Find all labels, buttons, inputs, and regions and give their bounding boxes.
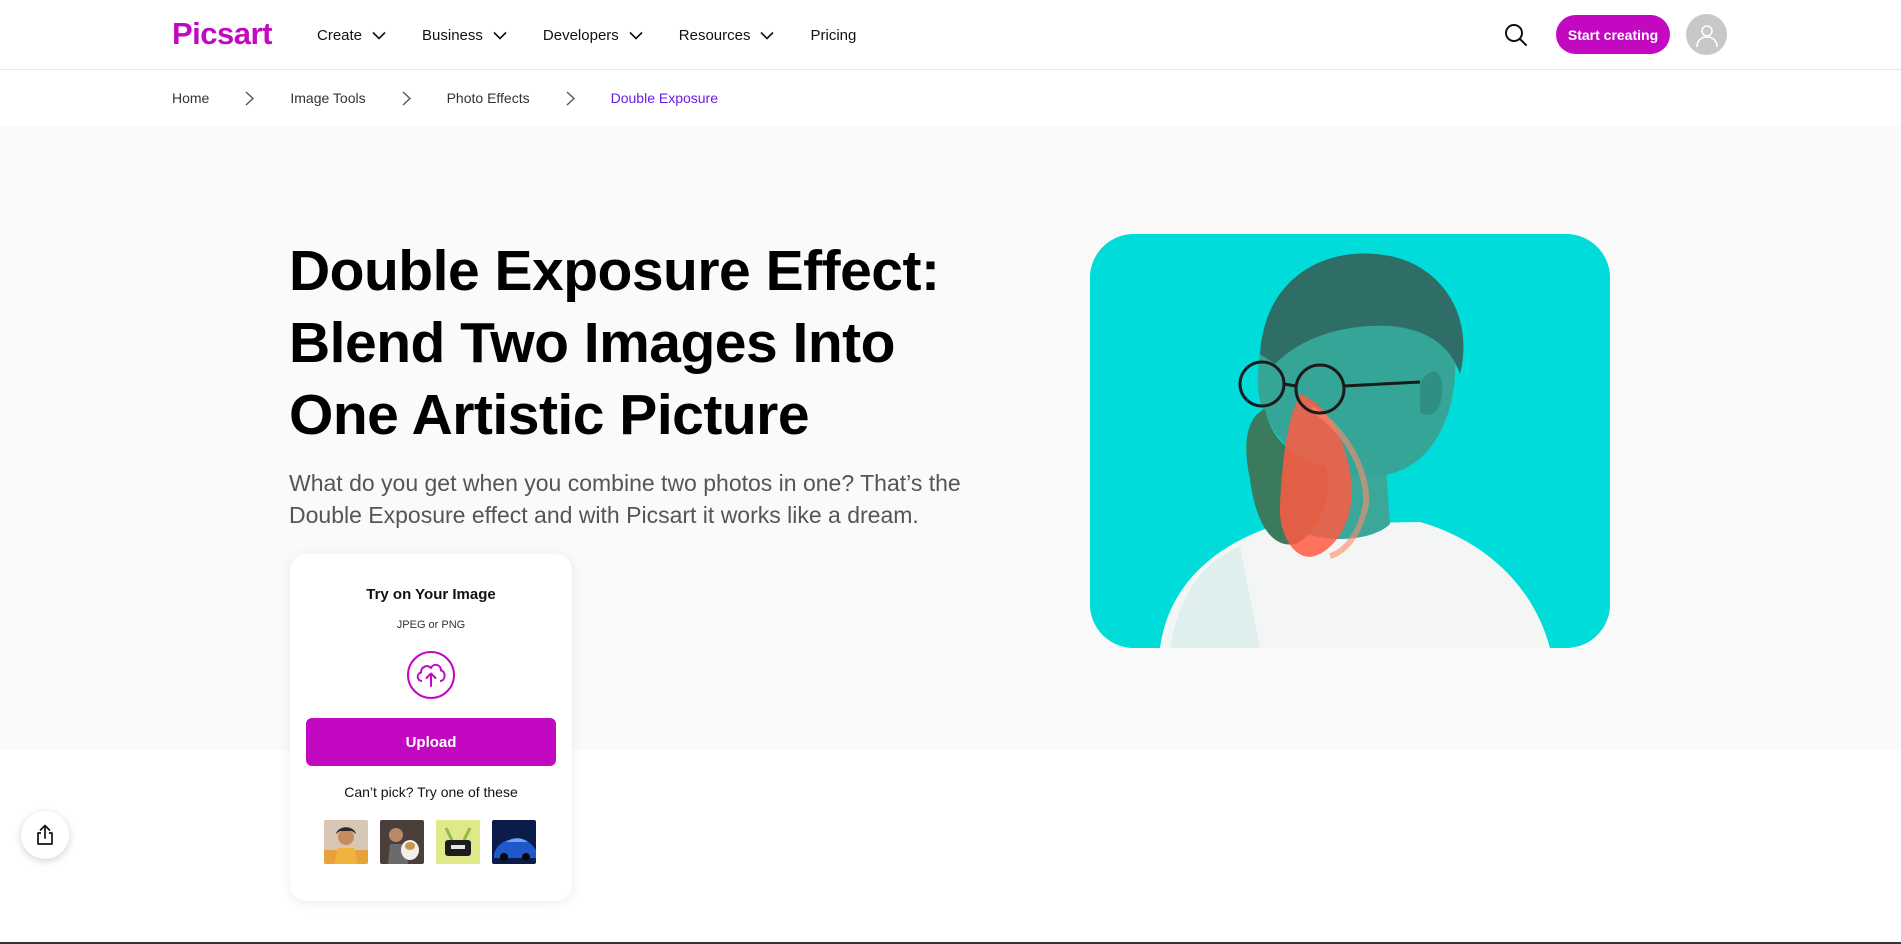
breadcrumb-image-tools[interactable]: Image Tools bbox=[290, 90, 365, 106]
chevron-right-icon bbox=[566, 90, 575, 106]
picsart-logo[interactable]: Picsart bbox=[172, 16, 272, 52]
chevron-down-icon bbox=[372, 31, 386, 40]
breadcrumb-double-exposure: Double Exposure bbox=[610, 90, 719, 106]
hero-image-double-exposure bbox=[1090, 234, 1610, 648]
page-subtitle: What do you get when you combine two pho… bbox=[289, 470, 961, 528]
cloud-upload-icon[interactable] bbox=[406, 650, 456, 700]
sample-image-bag[interactable] bbox=[436, 820, 480, 864]
nav-item-label: Business bbox=[422, 26, 483, 44]
search-icon bbox=[1505, 24, 1527, 46]
chevron-down-icon bbox=[493, 31, 507, 40]
upload-card: Try on Your Image JPEG or PNG Upload Can… bbox=[290, 554, 572, 901]
breadcrumb: Home Image Tools Photo Effects Double Ex… bbox=[172, 70, 718, 126]
nav-item-create[interactable]: Create bbox=[317, 27, 386, 44]
chevron-right-icon bbox=[245, 90, 255, 106]
sample-images bbox=[324, 820, 548, 864]
nav-menu: Create Business Developers Resources Pri… bbox=[317, 0, 892, 70]
nav-item-label: Pricing bbox=[810, 26, 857, 44]
title-line: Blend Two Images Into bbox=[289, 311, 895, 375]
sample-image-car[interactable] bbox=[492, 820, 536, 864]
top-navigation: Picsart Create Business Developers Resou… bbox=[0, 0, 1901, 70]
sample-image-dog[interactable] bbox=[380, 820, 424, 864]
upload-card-title: Try on Your Image bbox=[366, 586, 496, 603]
nav-item-pricing[interactable]: Pricing bbox=[810, 27, 856, 44]
search-button[interactable] bbox=[1502, 21, 1530, 49]
start-creating-button[interactable]: Start creating bbox=[1556, 15, 1670, 54]
chevron-right-icon bbox=[402, 90, 411, 106]
nav-item-business[interactable]: Business bbox=[422, 27, 507, 44]
title-line: Double Exposure Effect: bbox=[289, 239, 940, 303]
breadcrumb-photo-effects[interactable]: Photo Effects bbox=[447, 90, 530, 106]
upload-card-formats: JPEG or PNG bbox=[396, 619, 466, 631]
chevron-down-icon bbox=[629, 31, 643, 40]
share-icon bbox=[37, 824, 53, 845]
page-title: Double Exposure Effect: Blend Two Images… bbox=[289, 235, 1009, 451]
share-button[interactable] bbox=[21, 811, 69, 859]
chevron-down-icon bbox=[760, 31, 775, 40]
breadcrumb-home[interactable]: Home bbox=[172, 90, 209, 106]
nav-item-developers[interactable]: Developers bbox=[543, 27, 643, 44]
avatar[interactable] bbox=[1686, 14, 1727, 55]
nav-item-label: Developers bbox=[542, 26, 619, 44]
upload-button[interactable]: Upload bbox=[306, 718, 556, 766]
title-line: One Artistic Picture bbox=[289, 383, 810, 447]
try-samples-label: Can’t pick? Try one of these bbox=[344, 784, 518, 800]
user-icon bbox=[1695, 24, 1718, 47]
sample-image-woman[interactable] bbox=[324, 820, 368, 864]
nav-item-label: Create bbox=[317, 26, 363, 44]
nav-item-label: Resources bbox=[678, 26, 751, 44]
nav-item-resources[interactable]: Resources bbox=[679, 27, 775, 44]
